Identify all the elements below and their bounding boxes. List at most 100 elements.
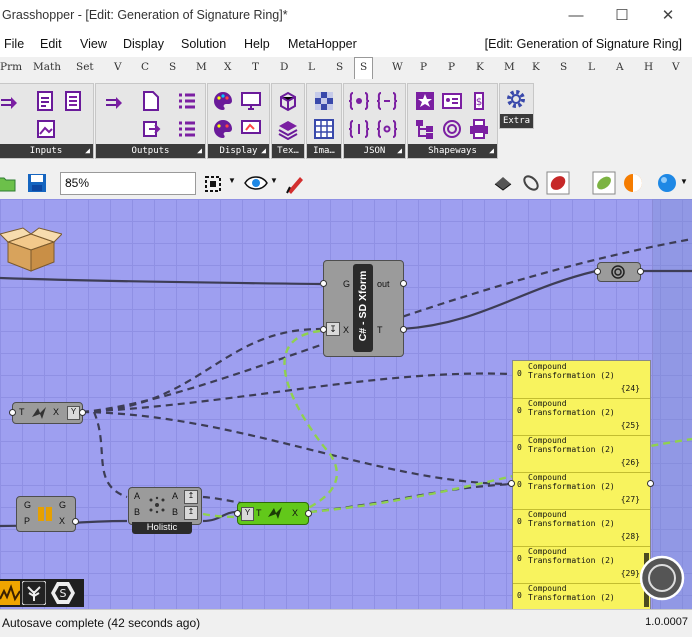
color-sphere-icon[interactable]	[622, 172, 644, 194]
panel-output-grip[interactable]	[647, 480, 654, 487]
tab-t[interactable]: T	[252, 61, 259, 73]
transform-component-selected[interactable]: Y T X	[234, 502, 312, 525]
tab-v[interactable]: V	[114, 61, 122, 73]
expand-icon[interactable]: ◢	[197, 144, 202, 158]
output-grip[interactable]	[400, 280, 407, 287]
list-output-icon[interactable]	[176, 90, 198, 112]
target-icon[interactable]	[441, 118, 463, 140]
minimize-icon[interactable]: —	[566, 6, 586, 26]
preview-shaded-icon[interactable]	[492, 172, 514, 194]
display-mode-icon[interactable]	[656, 172, 678, 194]
file-output-icon[interactable]	[140, 90, 162, 112]
panel-input-grip[interactable]	[508, 480, 515, 487]
input-grip[interactable]	[594, 268, 601, 275]
tab-a[interactable]: A	[616, 61, 624, 73]
gate-component[interactable]: G P G X	[16, 496, 79, 532]
output-port-label[interactable]: X	[292, 508, 298, 518]
tab-d[interactable]: D	[280, 61, 288, 73]
tab-k1[interactable]: K	[476, 61, 484, 73]
printer-icon[interactable]	[468, 118, 490, 140]
checker-image-icon[interactable]	[313, 90, 335, 112]
json-set-icon[interactable]	[376, 118, 398, 140]
menu-solution[interactable]: Solution	[181, 37, 226, 51]
zoom-dropdown-arrow[interactable]: ▼	[228, 176, 236, 185]
eye-dropdown-arrow[interactable]: ▼	[270, 176, 278, 185]
input-grip[interactable]	[320, 326, 327, 333]
hierarchy-icon[interactable]	[414, 118, 436, 140]
maximize-icon[interactable]: ☐	[612, 6, 632, 26]
export-icon[interactable]	[140, 118, 162, 140]
preview-wire-icon[interactable]	[520, 172, 542, 194]
menu-file[interactable]: File	[4, 37, 24, 51]
tab-l2[interactable]: L	[588, 61, 595, 73]
menu-help[interactable]: Help	[244, 37, 270, 51]
input-grip[interactable]	[9, 409, 16, 416]
price-tag-icon[interactable]: $	[468, 90, 490, 112]
tab-s3[interactable]: S	[560, 61, 567, 73]
output-port-label[interactable]: out	[377, 279, 390, 289]
document-list-icon[interactable]	[63, 90, 85, 112]
menu-metahopper[interactable]: MetaHopper	[288, 37, 357, 51]
tab-math[interactable]: Math	[33, 61, 61, 73]
input-port-label[interactable]: T	[256, 508, 262, 518]
screen-capture-icon[interactable]	[240, 118, 262, 140]
input-port-label[interactable]: G	[343, 279, 350, 289]
zoom-extents-icon[interactable]	[202, 173, 224, 195]
tab-x[interactable]: X	[224, 61, 231, 73]
tab-l[interactable]: L	[308, 61, 315, 73]
tab-m[interactable]: M	[196, 61, 207, 73]
output-port-label[interactable]: T	[377, 325, 383, 335]
star-icon[interactable]	[414, 90, 436, 112]
monitor-icon[interactable]	[240, 90, 262, 112]
tab-s2[interactable]: S	[336, 61, 343, 73]
document-input-icon[interactable]	[35, 90, 57, 112]
output-port-label[interactable]: X	[59, 516, 65, 526]
tab-w[interactable]: W	[392, 61, 403, 73]
layers-icon[interactable]	[277, 118, 299, 140]
menu-view[interactable]: View	[80, 37, 107, 51]
input-port-label[interactable]: X	[343, 325, 349, 335]
image-input-icon[interactable]	[35, 118, 57, 140]
json-build-icon[interactable]	[376, 90, 398, 112]
input-port-label[interactable]: B	[134, 507, 140, 517]
expand-icon[interactable]: ◢	[85, 144, 90, 158]
tab-set[interactable]: Set	[76, 61, 94, 73]
tab-m2[interactable]: M	[504, 61, 515, 73]
arrow-right-icon[interactable]	[0, 92, 21, 114]
output-port-label[interactable]: G	[59, 500, 66, 510]
list-export-icon[interactable]	[176, 118, 198, 140]
save-icon[interactable]	[26, 172, 48, 194]
menu-display[interactable]: Display	[123, 37, 164, 51]
expand-icon[interactable]: ◢	[489, 144, 494, 158]
tab-h[interactable]: H	[644, 61, 653, 73]
csharp-script-component[interactable]: C# - SD Xform G X ↧ out T	[320, 260, 407, 357]
eye-icon[interactable]	[244, 173, 268, 193]
output-port-label[interactable]: A	[172, 491, 178, 501]
input-grip[interactable]	[234, 510, 241, 517]
input-grip[interactable]	[320, 280, 327, 287]
input-port-label[interactable]: G	[24, 500, 31, 510]
open-folder-icon[interactable]	[0, 173, 16, 193]
navigation-dial-icon[interactable]	[638, 554, 686, 602]
chevron-down-icon[interactable]: ⌄	[65, 175, 191, 186]
geometry-param[interactable]	[594, 262, 644, 282]
palette-icon[interactable]	[212, 90, 234, 112]
id-card-icon[interactable]	[441, 90, 463, 112]
input-port-label[interactable]: A	[134, 491, 140, 501]
cube-text-icon[interactable]	[277, 90, 299, 112]
output-port-label[interactable]: X	[53, 407, 59, 417]
json-get-icon[interactable]	[348, 118, 370, 140]
output-grip[interactable]	[72, 518, 79, 525]
waveform-icon[interactable]	[0, 581, 20, 605]
tab-prm[interactable]: Prm	[0, 61, 22, 73]
output-grip[interactable]	[305, 510, 312, 517]
palette-settings-icon[interactable]	[212, 118, 234, 140]
tab-v2[interactable]: V	[672, 61, 680, 73]
expand-icon[interactable]: ◢	[397, 144, 402, 158]
hexagon-icon[interactable]: S	[50, 581, 76, 605]
box-icon[interactable]	[0, 224, 62, 274]
bake-icon[interactable]	[592, 171, 616, 195]
output-grip[interactable]	[637, 268, 644, 275]
display-mode-arrow[interactable]: ▼	[680, 177, 688, 186]
expand-icon[interactable]: ◢	[261, 144, 266, 158]
